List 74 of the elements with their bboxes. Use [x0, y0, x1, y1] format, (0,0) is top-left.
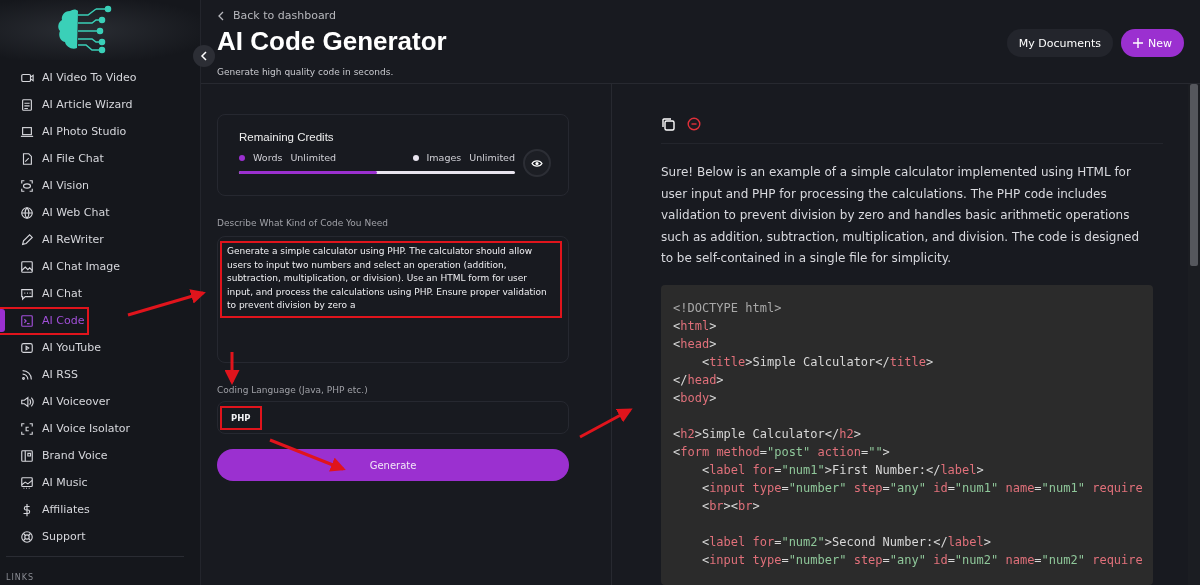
code-line: <h2>Simple Calculator</h2> [673, 426, 861, 443]
sidebar-item[interactable]: AI YouTube [0, 334, 200, 361]
minus-circle-icon[interactable] [687, 117, 701, 132]
visibility-button[interactable] [523, 149, 551, 178]
sidebar-item[interactable]: Support [0, 523, 200, 550]
sidebar-item[interactable]: AI Web Chat [0, 199, 200, 226]
prompt-field[interactable]: Generate a simple calculator using PHP. The calculator should allow users to input two numbers and select an operation (addition, subtraction, multiplication, or division). Use an HTML form for user input, and process the calculations using PHP. Ensure proper validation to prevent division by zero a [217, 236, 569, 364]
laptop-icon [20, 124, 34, 139]
speaker-icon [20, 394, 34, 409]
scan-icon [20, 421, 34, 436]
copy-icon[interactable] [661, 117, 675, 132]
code-line: <body> [673, 390, 717, 407]
eye-icon [531, 158, 543, 168]
rss-icon [20, 367, 34, 382]
back-link[interactable]: Back to dashboard [217, 9, 447, 22]
language-field[interactable]: PHP [217, 401, 569, 435]
sidebar-item[interactable]: Brand Voice [0, 442, 200, 469]
code-line: <label for="num2">Second Number:</label> [700, 534, 991, 551]
code-line: <br><br> [700, 498, 760, 515]
page-title: AI Code Generator [217, 26, 447, 57]
lifebuoy-icon [20, 529, 34, 544]
sidebar-item[interactable]: AI Video To Video [0, 64, 200, 91]
credit-value: Unlimited [290, 152, 337, 164]
sidebar-item[interactable]: AI Chat [0, 280, 200, 307]
chat-bubble-icon [20, 286, 34, 301]
file-icon [20, 151, 34, 166]
code-line: </head> [673, 372, 724, 389]
page-subtitle: Generate high quality code in seconds. [217, 67, 395, 77]
pencil-icon [20, 232, 34, 247]
sidebar-item[interactable]: AI ReWriter [0, 226, 200, 253]
globe-icon [20, 205, 34, 220]
chevron-left-icon [217, 10, 225, 21]
credit-label: Images [426, 152, 462, 164]
section-label: LINKS [6, 573, 35, 582]
image-icon [20, 259, 34, 274]
credit-value: Unlimited [469, 152, 515, 164]
sidebar-item[interactable]: AI RSS [0, 361, 200, 388]
board-icon [20, 448, 34, 463]
sidebar-item[interactable]: AI Article Wizard [0, 91, 200, 118]
sidebar-item[interactable]: AI Code [0, 307, 200, 334]
music-picture-icon [20, 475, 34, 490]
terminal-icon [20, 313, 34, 328]
generate-button[interactable]: Generate [217, 449, 569, 482]
code-line: <!DOCTYPE html> [673, 300, 782, 317]
annotation-arrow [224, 352, 240, 385]
sidebar-item[interactable]: AI Music [0, 469, 200, 496]
code-line: <title>Simple Calculator</title> [700, 354, 934, 371]
play-icon [20, 340, 34, 355]
chevron-left-icon [200, 51, 208, 61]
collapse-button[interactable] [193, 45, 215, 67]
sidebar-item[interactable]: Affiliates [0, 496, 200, 523]
document-icon [20, 97, 34, 112]
sidebar-item[interactable]: AI Chat Image [0, 253, 200, 280]
code-line: <html> [673, 318, 717, 335]
sidebar-item[interactable]: AI File Chat [0, 145, 200, 172]
code-line: <form method="post" action=""> [673, 444, 890, 461]
sidebar-item[interactable]: AI Photo Studio [0, 118, 200, 145]
new-button[interactable]: New [1121, 29, 1184, 57]
sidebar-item[interactable]: AI Vision [0, 172, 200, 199]
response-text: Sure! Below is an example of a simple calculator implemented using HTML for user input and PHP for processing the calculations. The PHP code includes validation to prevent division by zero and handles basic arithmetic operations such as addition, subtraction, multiplication, and division. The code is designed to be self-contained in a single file for simplicity. [661, 164, 1141, 268]
field-label: Coding Language (Java, PHP etc.) [217, 385, 369, 396]
code-line: <input type="number" step="any" id="num1" name="num1" require [700, 480, 1143, 497]
annotation-arrow [579, 408, 633, 439]
credit-label: Words [253, 152, 283, 164]
code-line: <head> [673, 336, 717, 353]
code-line: <label for="num1">First Number:</label> [700, 462, 984, 479]
plus-icon [1133, 38, 1143, 48]
sidebar-item[interactable]: AI Voice Isolator [0, 415, 200, 442]
code-line: <input type="number" step="any" id="num2" name="num2" require [700, 552, 1143, 569]
documents-button[interactable]: My Documents [1006, 29, 1113, 57]
field-label: Describe What Kind of Code You Need [217, 218, 389, 229]
eye-scan-icon [20, 178, 34, 193]
sidebar-item[interactable]: AI Voiceover [0, 388, 200, 415]
card-title: Remaining Credits [239, 131, 335, 144]
